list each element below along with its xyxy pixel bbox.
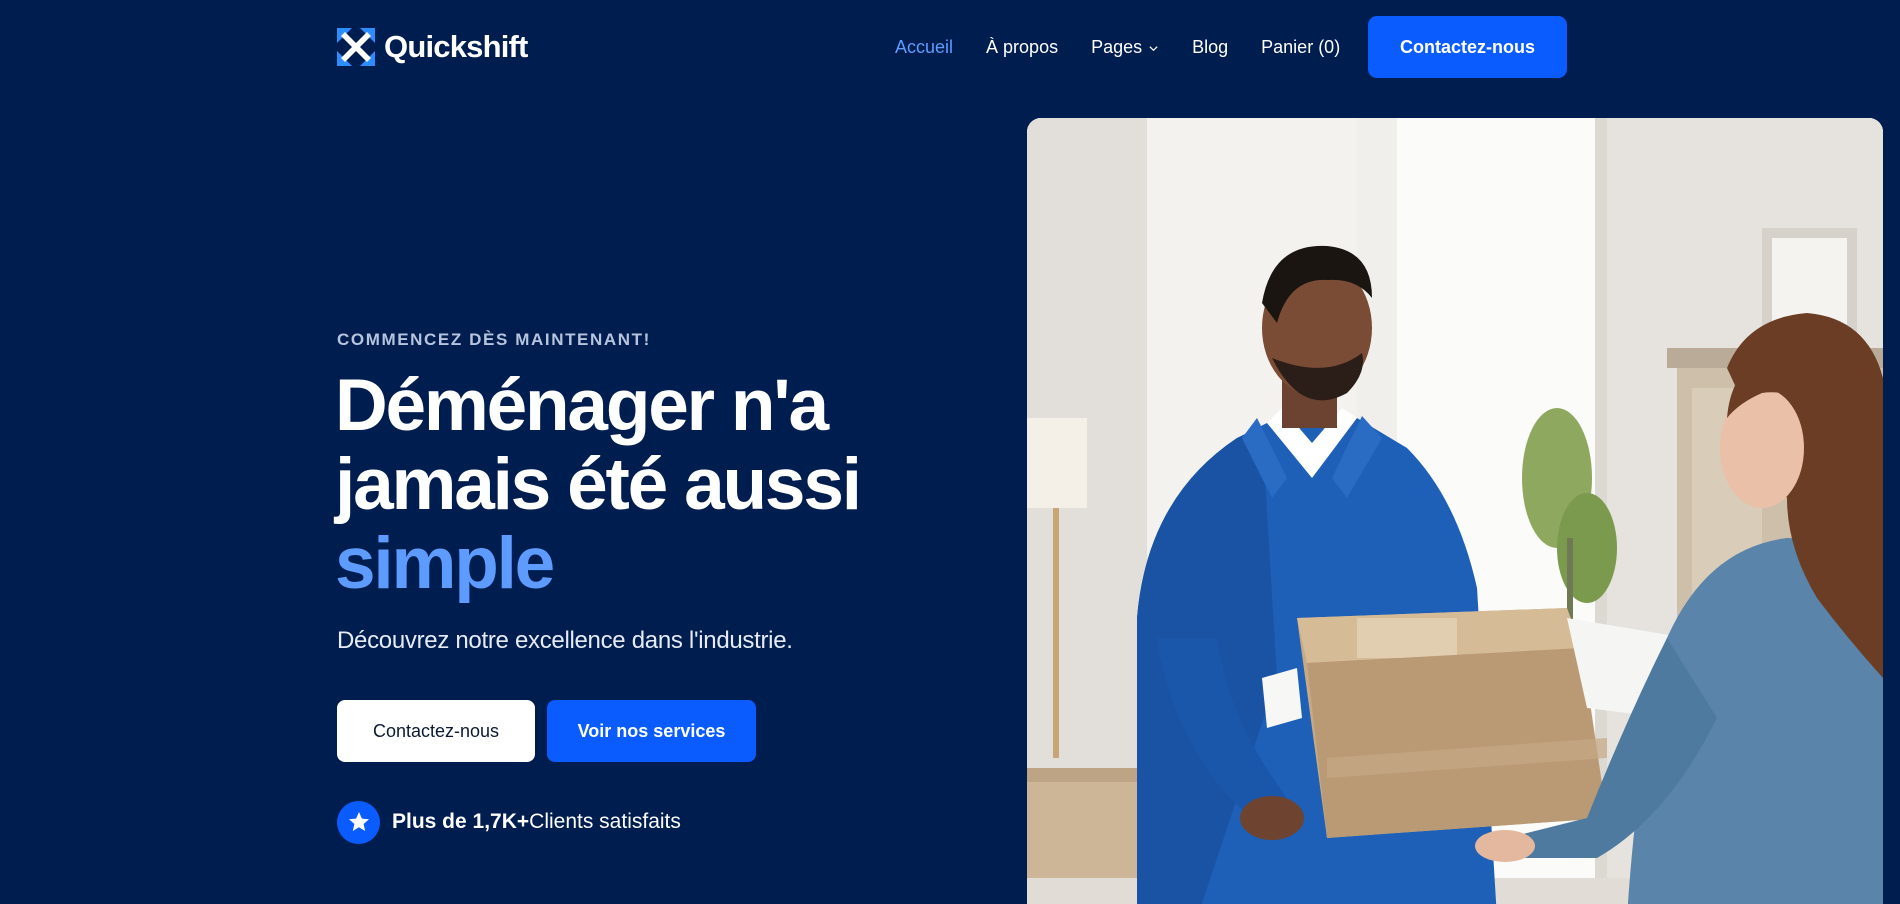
nav-item-pages[interactable]: Pages — [1091, 37, 1159, 58]
star-badge — [337, 800, 380, 844]
star-icon — [348, 812, 369, 831]
headline-line-2: jamais été aussi — [335, 444, 862, 525]
nav-item-blog[interactable]: Blog — [1192, 37, 1228, 58]
rating-label: Clients satisfaits — [529, 810, 681, 833]
brand-logo[interactable]: Quickshift — [337, 27, 528, 67]
rating-count: Plus de 1,7K+ — [392, 810, 530, 833]
headline-line-1: Déménager n'a — [335, 365, 829, 446]
nav-item-panier[interactable]: Panier (0) — [1261, 37, 1340, 58]
hero-services-button[interactable]: Voir nos services — [547, 700, 756, 762]
hero-subtitle: Découvrez notre excellence dans l'indust… — [337, 627, 793, 654]
chevron-down-icon — [1149, 45, 1158, 51]
nav-item-pages-label: Pages — [1091, 36, 1143, 57]
nav-item-a-propos[interactable]: À propos — [986, 37, 1058, 58]
rating-text: Plus de 1,7K+Clients satisfaits — [392, 810, 681, 834]
brand-name: Quickshift — [384, 29, 528, 64]
hero-headline: Déménager n'a jamais été aussi simple — [335, 366, 895, 603]
hero-photo — [1027, 118, 1883, 904]
customer-rating: Plus de 1,7K+Clients satisfaits — [337, 800, 681, 844]
hero-contact-button[interactable]: Contactez-nous — [337, 700, 535, 762]
header-contact-button[interactable]: Contactez-nous — [1368, 16, 1567, 78]
nav-item-accueil[interactable]: Accueil — [895, 37, 953, 58]
hero-eyebrow: COMMENCEZ DÈS MAINTENANT! — [337, 330, 651, 349]
main-nav: Accueil À propos Pages Blog Panier (0) — [895, 16, 1340, 78]
x-arrows-logo-icon — [337, 28, 375, 66]
headline-accent: simple — [335, 523, 555, 604]
mover-photo-illustration — [1027, 118, 1883, 904]
site-header: Quickshift Accueil À propos Pages Blog P… — [0, 0, 1900, 94]
